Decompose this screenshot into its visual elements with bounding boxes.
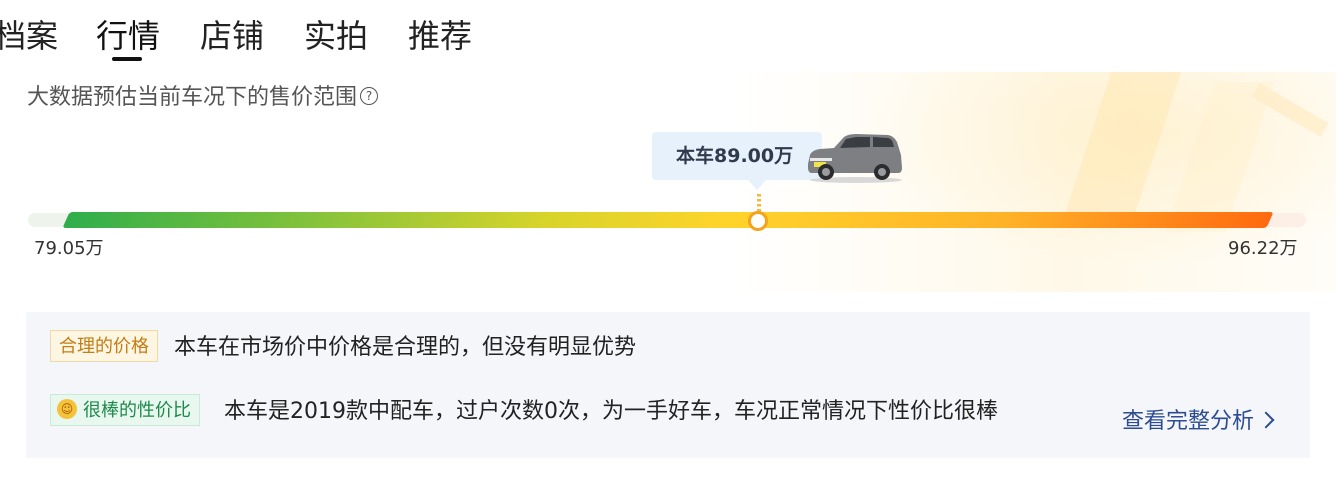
- reasonable-price-badge: 合理的价格: [50, 330, 158, 362]
- price-analysis-text: 本车在市场价中价格是合理的，但没有明显优势: [174, 335, 637, 360]
- great-value-badge-label: 很棒的性价比: [83, 400, 191, 421]
- price-range-bar: [62, 212, 1274, 228]
- value-analysis-text: 本车是2019款中配车，过户次数0次，为一手好车，车况正常情况下性价比很棒: [224, 399, 998, 424]
- price-range-title: 大数据预估当前车况下的售价范围?: [27, 82, 379, 114]
- min-price-label: 79.05万: [34, 238, 104, 259]
- tab-photos[interactable]: 实拍: [304, 14, 368, 58]
- tooltip-tail: [748, 180, 766, 190]
- suv-car-image: [808, 134, 902, 183]
- price-range-panel: 大数据预估当前车况下的售价范围? 本车89.00万 79.05万 96.22万: [0, 72, 1336, 292]
- price-analysis-box: 合理的价格 本车在市场价中价格是合理的，但没有明显优势 ☺ 很棒的性价比 本车是2…: [26, 312, 1310, 458]
- marker-connector: [757, 194, 761, 212]
- view-full-analysis-link[interactable]: 查看完整分析: [1122, 404, 1275, 440]
- view-full-analysis-label: 查看完整分析: [1122, 409, 1255, 434]
- tab-shop[interactable]: 店铺: [200, 14, 264, 58]
- max-price-label: 96.22万: [1228, 238, 1298, 259]
- tab-archive[interactable]: 档案: [0, 14, 58, 58]
- current-price-label: 本车89.00万: [676, 145, 794, 167]
- chevron-right-icon: [1257, 411, 1275, 429]
- tab-bar: 档案 行情 店铺 实拍 推荐: [0, 0, 1336, 70]
- tab-market[interactable]: 行情: [96, 14, 160, 58]
- current-price-tooltip: 本车89.00万: [652, 132, 902, 190]
- question-circle-icon[interactable]: ?: [360, 87, 379, 105]
- smile-icon: ☺: [57, 399, 77, 419]
- price-range-title-text: 大数据预估当前车况下的售价范围: [27, 85, 358, 110]
- active-tab-indicator: [112, 57, 142, 61]
- current-price-marker: [748, 211, 768, 231]
- great-value-badge: ☺ 很棒的性价比: [50, 394, 200, 426]
- tab-recommend[interactable]: 推荐: [408, 14, 472, 58]
